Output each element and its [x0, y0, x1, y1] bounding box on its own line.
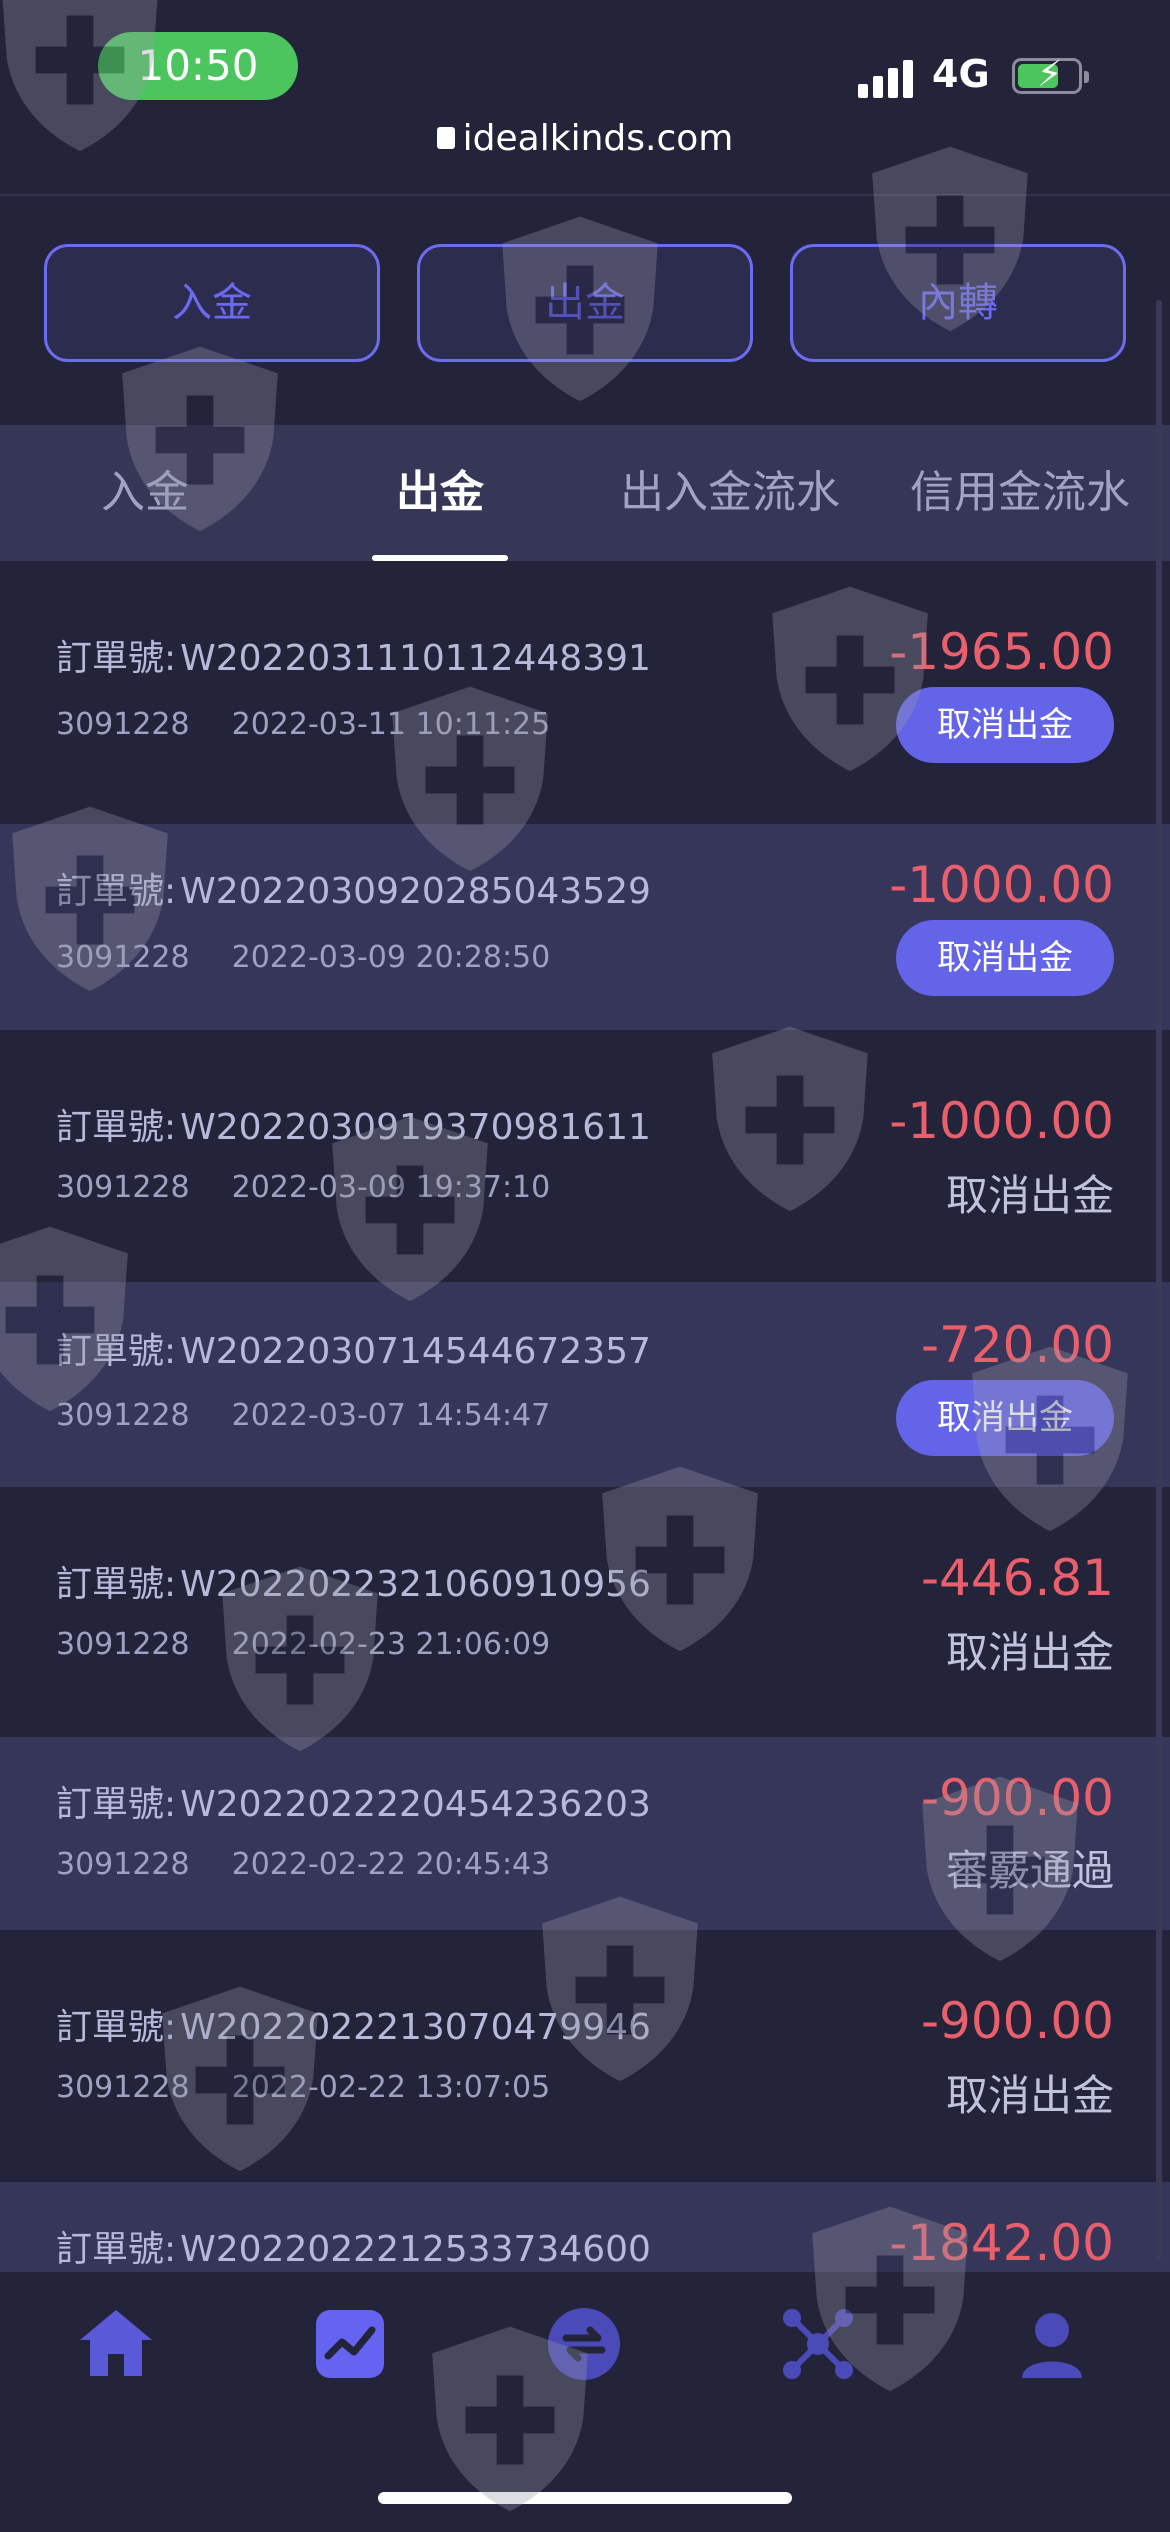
- signal-icon: [858, 60, 918, 98]
- amount: -900.00: [921, 1769, 1114, 1827]
- battery-icon: ⚡: [1012, 55, 1089, 95]
- amount: -1965.00: [889, 623, 1114, 681]
- list-item: 訂單號: W2022030920285043529 3091228 2022-03-…: [0, 824, 1170, 1030]
- order-number: 訂單號: W2022031110112448391: [56, 638, 651, 679]
- record-meta: 3091228 2022-03-09 20:28:50: [56, 940, 551, 975]
- order-number: 訂單號: W2022022212533734600: [56, 2229, 651, 2270]
- list-item: 訂單號: W2022022321060910956 3091228 2022-02-…: [0, 1487, 1170, 1737]
- amount: -446.81: [921, 1549, 1114, 1607]
- divider: [0, 194, 1170, 196]
- cancel-withdraw-button[interactable]: 取消出金: [896, 920, 1114, 996]
- cancel-withdraw-button[interactable]: 取消出金: [896, 1380, 1114, 1456]
- order-number: 訂單號: W2022022220454236203: [56, 1784, 651, 1825]
- tab-credit-flow[interactable]: 信用金流水: [900, 425, 1140, 561]
- status-text: 取消出金: [945, 1171, 1114, 1220]
- user-icon[interactable]: [1012, 2304, 1092, 2384]
- list-item: 訂單號: W2022030919370981611 3091228 2022-03-…: [0, 1030, 1170, 1282]
- withdraw-button[interactable]: 出金: [417, 244, 753, 362]
- order-number: 訂單號: W2022022213070479946: [56, 2007, 651, 2048]
- exchange-icon[interactable]: [544, 2304, 624, 2384]
- cancel-withdraw-button[interactable]: 取消出金: [896, 687, 1114, 763]
- order-number: 訂單號: W2022030919370981611: [56, 1107, 651, 1148]
- order-number: 訂單號: W2022030714544672357: [56, 1331, 651, 1372]
- tab-withdraw[interactable]: 出金: [352, 425, 528, 561]
- list-item: 訂單號: W2022022212533734600 -1842.00: [0, 2182, 1170, 2272]
- list-item: 訂單號: W2022022220454236203 3091228 2022-02-…: [0, 1737, 1170, 1930]
- transfer-button[interactable]: 內轉: [790, 244, 1126, 362]
- lock-icon: [436, 127, 455, 149]
- network-type: 4G: [932, 52, 990, 96]
- tab-bar: 入金 出金 出入金流水 信用金流水: [0, 425, 1170, 561]
- tab-fund-flow[interactable]: 出入金流水: [610, 425, 850, 561]
- tab-deposit[interactable]: 入金: [60, 425, 230, 561]
- scrollbar[interactable]: [1156, 300, 1162, 2260]
- amount: -1000.00: [889, 856, 1114, 914]
- status-text: 審覈通過: [945, 1846, 1114, 1895]
- record-meta: 3091228 2022-02-22 13:07:05: [56, 2070, 551, 2105]
- order-number: 訂單號: W2022022321060910956: [56, 1564, 651, 1605]
- home-indicator: [378, 2492, 792, 2504]
- address-bar[interactable]: idealkinds.com: [0, 118, 1170, 198]
- amount: -1000.00: [889, 1092, 1114, 1150]
- record-meta: 3091228 2022-03-11 10:11:25: [56, 707, 551, 742]
- home-icon[interactable]: [76, 2304, 156, 2384]
- status-text: 取消出金: [945, 1628, 1114, 1677]
- list-item: 訂單號: W2022031110112448391 3091228 2022-03-…: [0, 561, 1170, 824]
- amount: -1842.00: [889, 2214, 1114, 2272]
- list-item: 訂單號: W2022030714544672357 3091228 2022-03-…: [0, 1282, 1170, 1487]
- url-text: idealkinds.com: [462, 118, 734, 159]
- status-bar: 10:50 4G ⚡: [0, 0, 1170, 130]
- record-meta: 3091228 2022-02-22 20:45:43: [56, 1847, 551, 1882]
- deposit-button[interactable]: 入金: [44, 244, 380, 362]
- list-item: 訂單號: W2022022213070479946 3091228 2022-02-…: [0, 1930, 1170, 2182]
- status-time: 10:50: [98, 32, 298, 100]
- chart-icon[interactable]: [310, 2304, 390, 2384]
- order-number: 訂單號: W2022030920285043529: [56, 871, 651, 912]
- amount: -900.00: [921, 1992, 1114, 2050]
- status-text: 取消出金: [945, 2071, 1114, 2120]
- amount: -720.00: [921, 1316, 1114, 1374]
- network-icon[interactable]: [778, 2304, 858, 2384]
- record-meta: 3091228 2022-03-09 19:37:10: [56, 1170, 551, 1205]
- record-meta: 3091228 2022-03-07 14:54:47: [56, 1398, 551, 1433]
- record-meta: 3091228 2022-02-23 21:06:09: [56, 1627, 551, 1662]
